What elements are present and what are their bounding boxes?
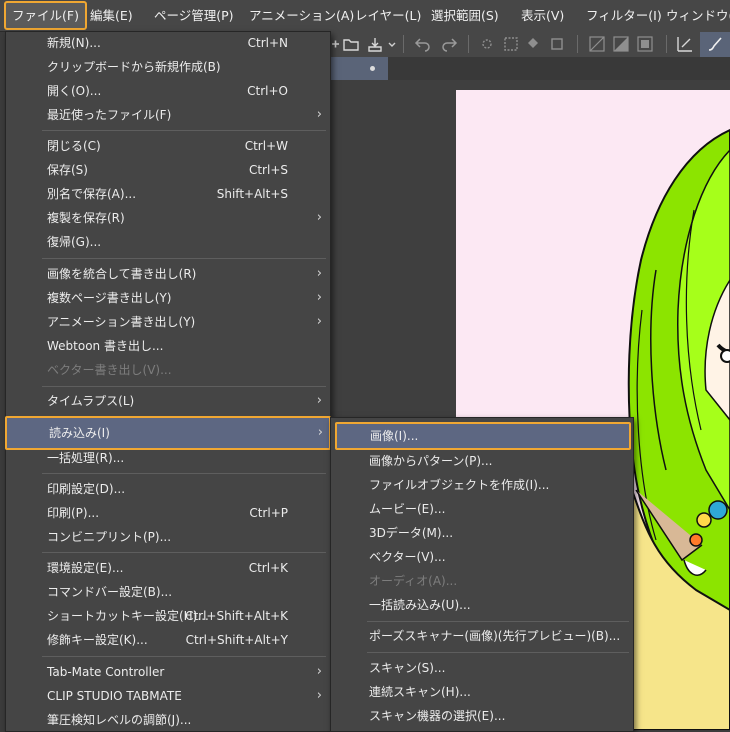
menu-item-pen-pressure-settings[interactable]: 筆圧検知レベルの調節(J)... <box>6 709 330 731</box>
hatch-icon[interactable] <box>588 35 606 53</box>
menu-item-print-settings[interactable]: 印刷設定(D)... <box>6 478 330 500</box>
menu-item-new[interactable]: 新規(N)... Ctrl+N <box>6 32 330 54</box>
chevron-right-icon: › <box>316 664 322 679</box>
menu-item-new-from-clipboard[interactable]: クリップボードから新規作成(B) <box>6 56 330 78</box>
menu-separator <box>42 130 326 131</box>
chevron-right-icon: › <box>316 688 322 703</box>
submenu-item-batch-import[interactable]: 一括読み込み(U)... <box>331 594 633 616</box>
submenu-item-create-file-object[interactable]: ファイルオブジェクトを作成(I)... <box>331 474 633 496</box>
menu-item-save-copy[interactable]: 複製を保存(R) › <box>6 207 330 229</box>
brightness-icon[interactable] <box>478 35 496 53</box>
menu-item-save-as[interactable]: 別名で保存(A)... Shift+Alt+S <box>6 183 330 205</box>
menu-item-export-multiple-pages[interactable]: 複数ページ書き出し(Y) › <box>6 287 330 309</box>
submenu-item-scan[interactable]: スキャン(S)... <box>331 657 633 679</box>
chevron-right-icon: › <box>316 393 322 408</box>
menu-item-tab-mate-controller[interactable]: Tab-Mate Controller › <box>6 661 330 683</box>
menu-item-convenience-store-print[interactable]: コンビニプリント(P)... <box>6 526 330 548</box>
brush-icon <box>708 37 722 51</box>
menu-item-recent-files[interactable]: 最近使ったファイル(F) › <box>6 104 330 126</box>
chevron-right-icon: › <box>316 210 322 225</box>
chevron-right-icon: › <box>316 290 322 305</box>
menu-separator <box>367 652 629 653</box>
menu-item-preferences[interactable]: 環境設定(E)... Ctrl+K <box>6 557 330 579</box>
menu-separator <box>42 473 326 474</box>
menu-separator <box>367 621 629 622</box>
menu-item-export-single-layer[interactable]: 画像を統合して書き出し(R) › <box>6 263 330 285</box>
menu-separator <box>42 552 326 553</box>
brush-button[interactable] <box>700 32 730 57</box>
menu-item-import[interactable]: 読み込み(I) › <box>5 416 331 450</box>
menu-item-close[interactable]: 閉じる(C) Ctrl+W <box>6 135 330 157</box>
frame-icon[interactable] <box>636 35 654 53</box>
open-folder-icon[interactable] <box>342 35 360 53</box>
chevron-right-icon: › <box>316 266 322 281</box>
menu-separator <box>42 258 326 259</box>
menu-bar: ファイル(F) 編集(E) ページ管理(P) アニメーション(A) レイヤー(L… <box>0 0 730 32</box>
submenu-item-3d-data[interactable]: 3Dデータ(M)... <box>331 522 633 544</box>
command-bar <box>330 31 730 57</box>
menu-item-export-webtoon[interactable]: Webtoon 書き出し... <box>6 335 330 357</box>
menu-layer[interactable]: レイヤー(L) <box>355 0 421 31</box>
pen-icon[interactable] <box>676 35 694 53</box>
submenu-item-vector[interactable]: ベクター(V)... <box>331 546 633 568</box>
menu-item-batch-process[interactable]: 一括処理(R)... <box>6 447 330 469</box>
menu-item-export-vector: ベクター書き出し(V)... <box>47 363 172 377</box>
menu-item-print[interactable]: 印刷(P)... Ctrl+P <box>6 502 330 524</box>
menu-item-modifier-key-settings[interactable]: 修飾キー設定(K)... Ctrl+Shift+Alt+Y <box>6 629 330 651</box>
menu-separator <box>42 656 326 657</box>
menu-item-export-animation[interactable]: アニメーション書き出し(Y) › <box>6 311 330 333</box>
ruler-icon[interactable] <box>612 35 630 53</box>
menu-animation[interactable]: アニメーション(A) <box>249 0 354 31</box>
chevron-down-icon[interactable] <box>386 35 398 53</box>
submenu-item-pose-scanner[interactable]: ポーズスキャナー(画像)(先行プレビュー)(B)... <box>331 625 633 647</box>
menu-window[interactable]: ウィンドウ(W <box>666 0 730 31</box>
submenu-item-image[interactable]: 画像(I)... <box>335 422 631 450</box>
transform-icon[interactable] <box>502 35 520 53</box>
chevron-right-icon: › <box>316 314 322 329</box>
submenu-item-continuous-scan[interactable]: 連続スキャン(H)... <box>331 681 633 703</box>
menu-file[interactable]: ファイル(F) <box>4 1 87 30</box>
document-tab-strip <box>330 57 730 80</box>
save-icon[interactable] <box>366 35 384 53</box>
menu-selection[interactable]: 選択範囲(S) <box>431 0 499 31</box>
file-menu: 新規(N)... Ctrl+N クリップボードから新規作成(B) 開く(O)...… <box>5 31 331 732</box>
submenu-item-movie[interactable]: ムービー(E)... <box>331 498 633 520</box>
menu-filter[interactable]: フィルター(I) <box>586 0 662 31</box>
document-tab[interactable] <box>330 57 388 80</box>
submenu-item-pattern-from-image[interactable]: 画像からパターン(P)... <box>331 450 633 472</box>
menu-separator <box>42 386 326 387</box>
chevron-right-icon: › <box>316 107 322 122</box>
import-submenu: 画像(I)... 画像からパターン(P)... ファイルオブジェクトを作成(I)… <box>330 417 634 732</box>
unsaved-indicator <box>370 66 375 71</box>
menu-edit[interactable]: 編集(E) <box>90 0 133 31</box>
redo-icon[interactable] <box>440 35 458 53</box>
submenu-item-audio: オーディオ(A)... <box>369 574 458 588</box>
menu-item-open[interactable]: 開く(O)... Ctrl+O <box>6 80 330 102</box>
submenu-item-select-scanner[interactable]: スキャン機器の選択(E)... <box>331 705 633 727</box>
menu-item-revert[interactable]: 復帰(G)... <box>6 231 330 253</box>
menu-item-clip-studio-tabmate[interactable]: CLIP STUDIO TABMATE › <box>6 685 330 707</box>
undo-icon[interactable] <box>414 35 432 53</box>
menu-item-shortcut-settings[interactable]: ショートカットキー設定(H)... Ctrl+Shift+Alt+K <box>6 605 330 627</box>
menu-page-management[interactable]: ページ管理(P) <box>154 0 234 31</box>
menu-view[interactable]: 表示(V) <box>521 0 564 31</box>
fill-icon[interactable] <box>524 35 542 53</box>
menu-item-save[interactable]: 保存(S) Ctrl+S <box>6 159 330 181</box>
chevron-right-icon: › <box>317 425 323 440</box>
menu-item-command-bar-settings[interactable]: コマンドバー設定(B)... <box>6 581 330 603</box>
menu-item-timelapse[interactable]: タイムラプス(L) › <box>6 390 330 412</box>
crop-icon[interactable] <box>548 35 566 53</box>
